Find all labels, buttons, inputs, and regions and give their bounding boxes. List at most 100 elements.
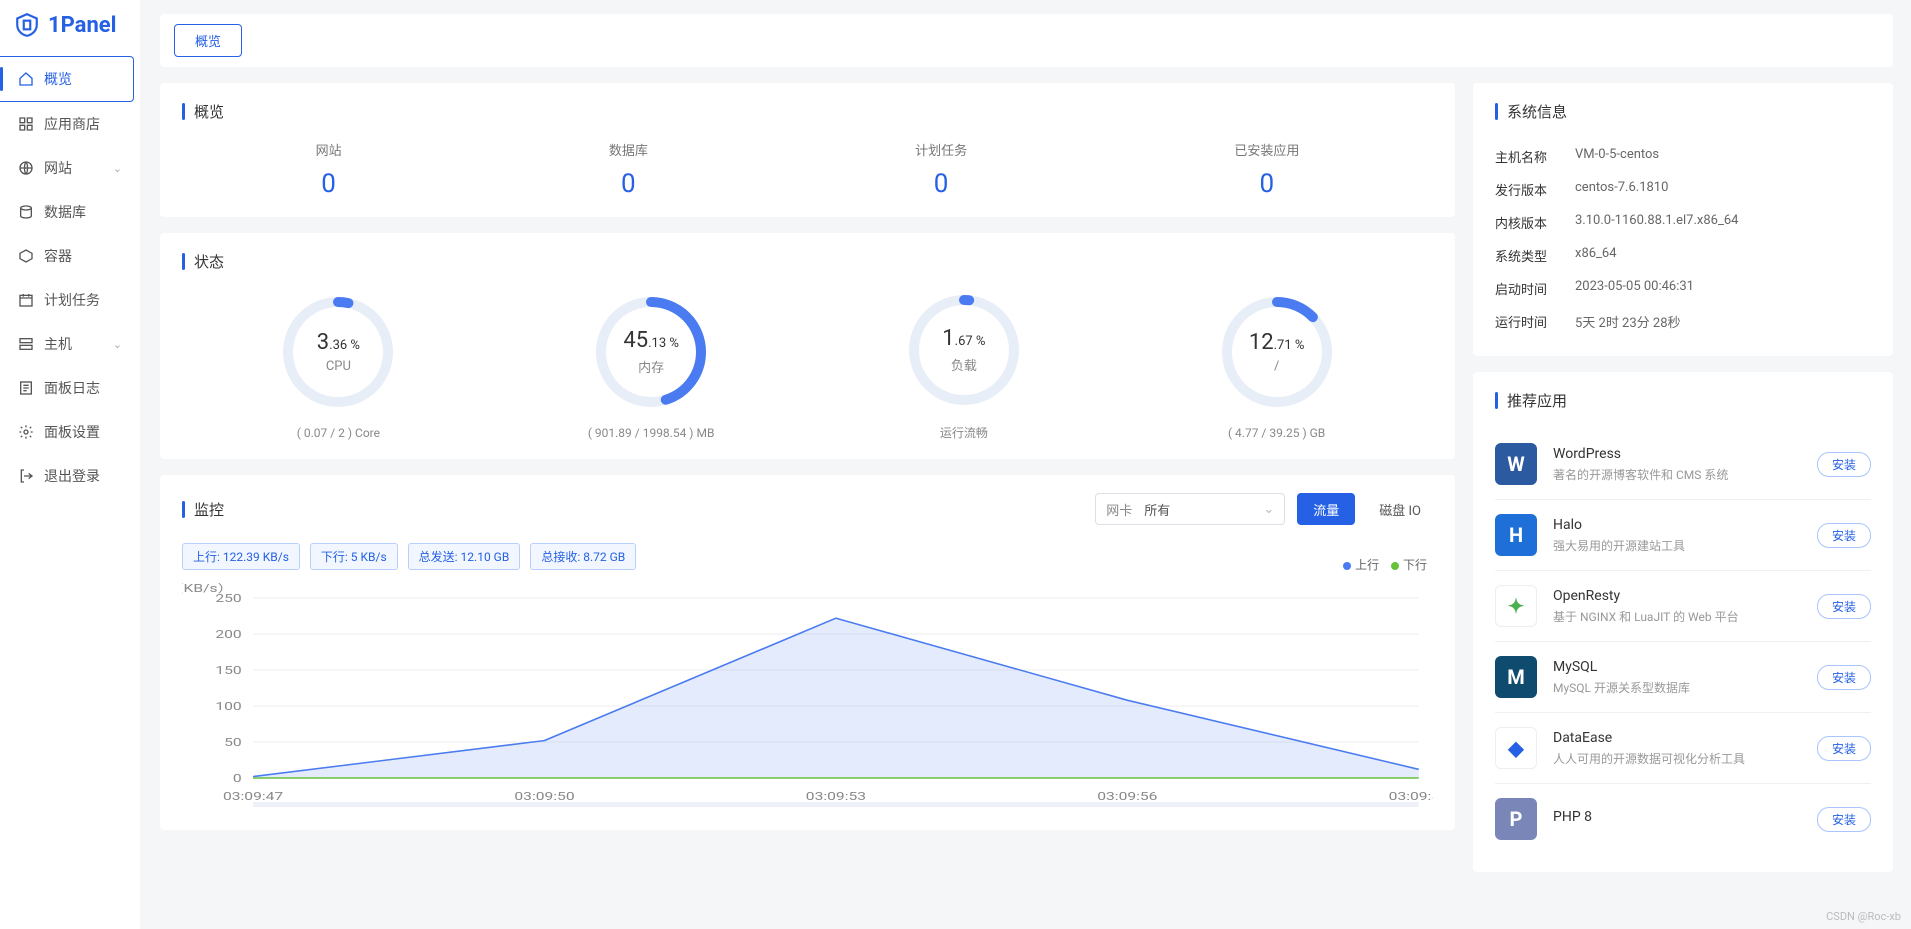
app-desc: 基于 NGINX 和 LuaJIT 的 Web 平台 xyxy=(1553,608,1801,625)
gear-icon xyxy=(18,424,34,440)
nav-settings[interactable]: 面板设置 xyxy=(0,410,140,454)
tab-overview[interactable]: 概览 xyxy=(174,24,242,57)
sysinfo-key: 系统类型 xyxy=(1495,246,1575,265)
status-card: 状态 3.36 %CPU( 0.07 / 2 ) Core45.13 %内存( … xyxy=(160,233,1455,459)
tab-disk-io[interactable]: 磁盘 IO xyxy=(1367,493,1433,525)
nav-container-label: 容器 xyxy=(44,246,72,266)
grid-icon xyxy=(18,116,34,132)
nav-overview-label: 概览 xyxy=(44,69,72,89)
app-name: DataEase xyxy=(1553,730,1801,746)
gauges: 3.36 %CPU( 0.07 / 2 ) Core45.13 %内存( 901… xyxy=(182,290,1433,441)
nav-host[interactable]: 主机 ⌄ xyxy=(0,322,140,366)
sysinfo-value: centos-7.6.1810 xyxy=(1575,180,1668,199)
install-button[interactable]: 安装 xyxy=(1817,665,1871,690)
nav-cron[interactable]: 计划任务 xyxy=(0,278,140,322)
sysinfo-title: 系统信息 xyxy=(1495,101,1871,122)
nav-database[interactable]: 数据库 xyxy=(0,190,140,234)
nav-logout[interactable]: 退出登录 xyxy=(0,454,140,498)
gauge-foot: 运行流畅 xyxy=(854,424,1074,441)
svg-text:03:09:56: 03:09:56 xyxy=(1097,790,1157,803)
apps-card: 推荐应用 WWordPress著名的开源博客软件和 CMS 系统安装HHalo强… xyxy=(1473,372,1893,872)
sidebar: 1Panel 概览 应用商店 网站 ⌄ 数据库 容器 计划任务 xyxy=(0,0,140,929)
legend-up: 上行 xyxy=(1355,558,1379,572)
svg-text:03:09:50: 03:09:50 xyxy=(514,790,574,803)
chevron-down-icon: ⌄ xyxy=(1263,502,1274,517)
tab-traffic[interactable]: 流量 xyxy=(1297,493,1355,525)
overview-item[interactable]: 数据库0 xyxy=(609,140,648,199)
sysinfo-key: 内核版本 xyxy=(1495,213,1575,232)
gauge-label: / xyxy=(1274,359,1279,374)
gauge-value: 1.67 % xyxy=(942,326,985,351)
install-button[interactable]: 安装 xyxy=(1817,807,1871,832)
app-name: OpenResty xyxy=(1553,588,1801,604)
sysinfo-row: 启动时间2023-05-05 00:46:31 xyxy=(1495,272,1871,305)
app-name: WordPress xyxy=(1553,446,1801,462)
sysinfo-key: 主机名称 xyxy=(1495,147,1575,166)
install-button[interactable]: 安装 xyxy=(1817,523,1871,548)
tab-bar: 概览 xyxy=(160,14,1893,67)
gauge: 45.13 % 内存 ( 901.89 / 1998.54 ) MB xyxy=(541,292,761,440)
svg-text:100: 100 xyxy=(215,700,241,713)
gauge-foot: ( 0.07 / 2 ) Core xyxy=(228,426,448,440)
gauge-foot: ( 4.77 / 39.25 ) GB xyxy=(1167,426,1387,440)
sysinfo-key: 运行时间 xyxy=(1495,312,1575,331)
nic-label: 网卡 xyxy=(1106,500,1132,519)
nav-container[interactable]: 容器 xyxy=(0,234,140,278)
overview-item[interactable]: 计划任务0 xyxy=(915,140,967,199)
install-button[interactable]: 安装 xyxy=(1817,736,1871,761)
sysinfo-rows: 主机名称VM-0-5-centos发行版本centos-7.6.1810内核版本… xyxy=(1495,140,1871,338)
nav-log[interactable]: 面板日志 xyxy=(0,366,140,410)
legend-dot-down xyxy=(1391,562,1399,570)
overview-item-value: 0 xyxy=(915,169,967,199)
nav-host-label: 主机 xyxy=(44,334,72,354)
main: 概览 概览 网站0数据库0计划任务0已安装应用0 状态 3.36 %CPU( 0… xyxy=(140,0,1911,902)
svg-text:03:09:59: 03:09:59 xyxy=(1389,790,1433,803)
app-icon: ◆ xyxy=(1495,727,1537,769)
app-name: Halo xyxy=(1553,517,1801,533)
net-badge: 下行: 5 KB/s xyxy=(310,543,398,570)
overview-item[interactable]: 网站0 xyxy=(316,140,342,199)
nav-website[interactable]: 网站 ⌄ xyxy=(0,146,140,190)
app-item: PPHP 8安装 xyxy=(1495,783,1871,854)
chart: （KB/s）05010015020025003:09:4703:09:5003:… xyxy=(182,578,1433,812)
install-button[interactable]: 安装 xyxy=(1817,452,1871,477)
svg-text:200: 200 xyxy=(215,628,241,641)
sysinfo-value: 3.10.0-1160.88.1.el7.x86_64 xyxy=(1575,213,1738,232)
overview-item-label: 已安装应用 xyxy=(1234,140,1299,159)
app-item: MMySQLMySQL 开源关系型数据库安装 xyxy=(1495,641,1871,712)
sysinfo-row: 内核版本3.10.0-1160.88.1.el7.x86_64 xyxy=(1495,206,1871,239)
gauge-value: 45.13 % xyxy=(623,328,679,353)
nav-database-label: 数据库 xyxy=(44,202,86,222)
svg-text:03:09:47: 03:09:47 xyxy=(223,790,283,803)
install-button[interactable]: 安装 xyxy=(1817,594,1871,619)
home-icon xyxy=(18,71,34,87)
overview-card: 概览 网站0数据库0计划任务0已安装应用0 xyxy=(160,83,1455,217)
gauge-value: 12.71 % xyxy=(1249,330,1305,355)
sysinfo-card: 系统信息 主机名称VM-0-5-centos发行版本centos-7.6.181… xyxy=(1473,83,1893,356)
net-badge: 总接收: 8.72 GB xyxy=(530,543,636,570)
gauge-label: 负载 xyxy=(951,355,977,374)
sysinfo-row: 发行版本centos-7.6.1810 xyxy=(1495,173,1871,206)
overview-item[interactable]: 已安装应用0 xyxy=(1234,140,1299,199)
chart-svg: （KB/s）05010015020025003:09:4703:09:5003:… xyxy=(182,578,1433,808)
svg-text:150: 150 xyxy=(215,664,241,677)
monitor-title: 监控 xyxy=(182,499,1083,520)
overview-item-value: 0 xyxy=(316,169,342,199)
logo[interactable]: 1Panel xyxy=(0,0,140,50)
app-desc: 强大易用的开源建站工具 xyxy=(1553,537,1801,554)
app-icon: W xyxy=(1495,443,1537,485)
nic-select[interactable]: 网卡 所有 ⌄ xyxy=(1095,493,1285,525)
logout-icon xyxy=(18,468,34,484)
nic-value: 所有 xyxy=(1144,500,1263,519)
watermark: CSDN @Roc-xb xyxy=(1826,910,1901,923)
app-list: WWordPress著名的开源博客软件和 CMS 系统安装HHalo强大易用的开… xyxy=(1495,429,1871,854)
globe-icon xyxy=(18,160,34,176)
svg-text:03:09:53: 03:09:53 xyxy=(806,790,866,803)
gauge-label: 内存 xyxy=(638,357,664,376)
nav-overview[interactable]: 概览 xyxy=(0,56,134,102)
nav-appstore[interactable]: 应用商店 xyxy=(0,102,140,146)
net-badge: 总发送: 12.10 GB xyxy=(408,543,521,570)
svg-text:0: 0 xyxy=(233,772,242,785)
sysinfo-value: x86_64 xyxy=(1575,246,1617,265)
gauge-foot: ( 901.89 / 1998.54 ) MB xyxy=(541,426,761,440)
